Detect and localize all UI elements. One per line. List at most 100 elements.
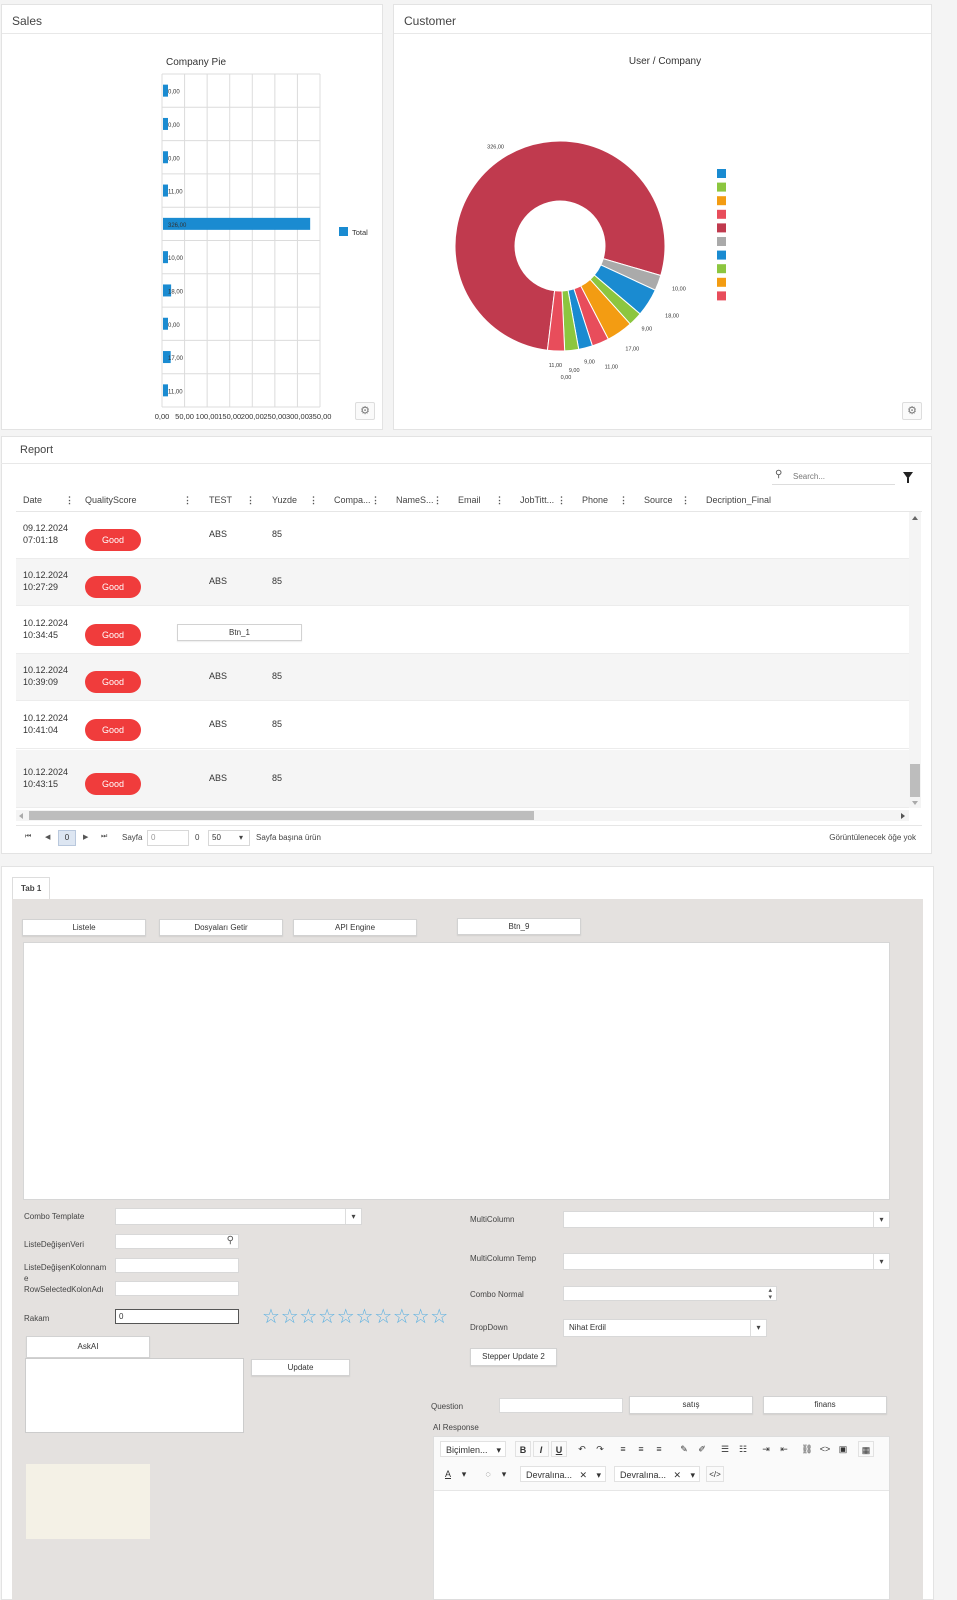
col-yuzde[interactable]: Yuzde ⋮ (272, 489, 322, 512)
first-page-icon[interactable]: ⏮ (25, 833, 31, 841)
redo-icon[interactable]: ↷ (592, 1441, 608, 1457)
column-menu-icon[interactable]: ⋮ (246, 489, 255, 512)
api-engine-button[interactable]: API Engine (293, 919, 417, 936)
chevron-down-icon[interactable]: ▾ (458, 1466, 470, 1482)
row-selected-input[interactable] (115, 1281, 239, 1296)
btn-9-button[interactable]: Btn_9 (457, 918, 581, 935)
chevron-down-icon[interactable]: ▾ (498, 1466, 510, 1482)
col-email[interactable]: Email ⋮ (458, 489, 508, 512)
last-page-icon[interactable]: ⏭ (101, 833, 107, 841)
prev-page-icon[interactable]: ◀ (45, 833, 50, 841)
askai-textarea[interactable] (25, 1358, 244, 1433)
scroll-left-icon[interactable] (19, 813, 23, 819)
star-icon[interactable]: ☆ (299, 1304, 317, 1329)
search-input[interactable]: Search... (793, 472, 825, 481)
col-source[interactable]: Source ⋮ (644, 489, 694, 512)
dropdown-select[interactable]: Nihat Erdil ▾ (563, 1319, 767, 1337)
chevron-down-icon[interactable]: ▾ (873, 1212, 889, 1227)
quality-badge[interactable]: Good (85, 576, 141, 598)
quality-badge[interactable]: Good (85, 624, 141, 646)
next-page-icon[interactable]: ▶ (83, 833, 88, 841)
tab-1[interactable]: Tab 1 (21, 884, 41, 893)
table-icon[interactable]: ▦ (858, 1441, 874, 1457)
scroll-down-icon[interactable] (912, 801, 918, 805)
tab-header[interactable]: Tab 1 (12, 877, 50, 899)
link-icon[interactable]: ⛓ (799, 1441, 815, 1457)
chevron-down-icon[interactable]: ▾ (345, 1209, 361, 1224)
column-menu-icon[interactable]: ⋮ (557, 489, 566, 512)
liste-degisen-veri-input[interactable]: ⚲ (115, 1234, 239, 1249)
column-menu-icon[interactable]: ⋮ (309, 489, 318, 512)
numbered-list-icon[interactable]: ☷ (735, 1441, 751, 1457)
chevron-down-icon[interactable]: ▾ (750, 1320, 766, 1336)
horizontal-scrollbar[interactable] (16, 810, 909, 821)
stepper-icon[interactable]: ▴ ▾ (768, 1287, 772, 1301)
col-company[interactable]: Compa... ⋮ (334, 489, 384, 512)
finans-button[interactable]: finans (763, 1396, 887, 1414)
source-code-icon[interactable]: </> (706, 1466, 724, 1482)
col-date[interactable]: Date ⋮ (23, 489, 78, 512)
star-icon[interactable]: ☆ (430, 1304, 448, 1329)
table-row[interactable]: 10.12.2024 10:39:09 Good ABS 85 (16, 654, 909, 701)
table-row[interactable]: 10.12.2024 10:43:15 Good ABS 85 (16, 750, 909, 808)
search-icon[interactable]: ⚲ (227, 1235, 234, 1246)
stepper-update-button[interactable]: Stepper Update 2 (470, 1348, 557, 1366)
column-menu-icon[interactable]: ⋮ (433, 489, 442, 512)
format-painter-icon[interactable]: ✎ (676, 1441, 692, 1457)
content-area[interactable] (23, 942, 890, 1200)
col-jobtitle[interactable]: JobTitt... ⋮ (520, 489, 570, 512)
quality-badge[interactable]: Good (85, 529, 141, 551)
bullet-list-icon[interactable]: ☰ (717, 1441, 733, 1457)
ai-response-editor[interactable]: Biçimlen... ▾ B I U ↶ ↷ ≡ ≡ ≡ ✎ ✐ ☰ ☷ ⇥ ⇤… (433, 1436, 890, 1600)
image-icon[interactable]: ▣ (835, 1441, 851, 1457)
settings-icon[interactable]: ⚙ (355, 402, 375, 420)
search-box[interactable]: ⚲ Search... (772, 469, 895, 485)
table-row[interactable]: 10.12.2024 10:34:45 Good Btn_1 (16, 607, 909, 654)
star-icon[interactable]: ☆ (281, 1304, 299, 1329)
star-icon[interactable]: ☆ (356, 1304, 374, 1329)
combo-template-select[interactable]: ▾ (115, 1208, 362, 1225)
chevron-down-icon[interactable]: ▾ (233, 831, 249, 845)
col-phone[interactable]: Phone ⋮ (582, 489, 632, 512)
indent-icon[interactable]: ⇥ (758, 1441, 774, 1457)
undo-icon[interactable]: ↶ (574, 1441, 590, 1457)
close-icon[interactable]: ✕ (673, 1467, 681, 1483)
multicolumn-select[interactable]: ▾ (563, 1211, 890, 1228)
page-size-select[interactable]: 50 ▾ (208, 830, 250, 846)
star-icon[interactable]: ☆ (262, 1304, 280, 1329)
col-test[interactable]: TEST ⋮ (209, 489, 259, 512)
table-row[interactable]: 09.12.2024 07:01:18 Good ABS 85 (16, 512, 909, 559)
current-page[interactable]: 0 (58, 830, 76, 846)
align-right-icon[interactable]: ≡ (651, 1441, 667, 1457)
clear-format-icon[interactable]: ✐ (694, 1441, 710, 1457)
outdent-icon[interactable]: ⇤ (776, 1441, 792, 1457)
code-icon[interactable]: <> (817, 1441, 833, 1457)
col-qualityscore[interactable]: QualityScore ⋮ (85, 489, 196, 512)
combo-normal-stepper[interactable]: ▴ ▾ (563, 1286, 777, 1301)
col-names[interactable]: NameS... ⋮ (396, 489, 446, 512)
background-color-icon[interactable]: ◌ (480, 1466, 496, 1482)
column-menu-icon[interactable]: ⋮ (371, 489, 380, 512)
italic-icon[interactable]: I (533, 1441, 549, 1457)
star-icon[interactable]: ☆ (412, 1304, 430, 1329)
col-description[interactable]: Decription_Final (706, 489, 826, 512)
dosyalari-getir-button[interactable]: Dosyaları Getir (159, 919, 283, 936)
align-center-icon[interactable]: ≡ (633, 1441, 649, 1457)
satis-button[interactable]: satış (629, 1396, 753, 1414)
column-menu-icon[interactable]: ⋮ (495, 489, 504, 512)
star-icon[interactable]: ☆ (318, 1304, 336, 1329)
vertical-scrollbar[interactable] (909, 512, 921, 808)
font-family-select[interactable]: Devralına... ✕ ▾ (520, 1466, 606, 1482)
btn-1-button[interactable]: Btn_1 (177, 624, 302, 641)
quality-badge[interactable]: Good (85, 773, 141, 795)
column-menu-icon[interactable]: ⋮ (65, 489, 74, 512)
scroll-right-icon[interactable] (901, 813, 905, 819)
settings-icon[interactable]: ⚙ (902, 402, 922, 420)
quality-badge[interactable]: Good (85, 671, 141, 693)
font-color-icon[interactable]: A (440, 1466, 456, 1482)
scroll-up-icon[interactable] (912, 516, 918, 520)
table-row[interactable]: 10.12.2024 10:27:29 Good ABS 85 (16, 559, 909, 606)
column-menu-icon[interactable]: ⋮ (619, 489, 628, 512)
update-button[interactable]: Update (251, 1359, 350, 1376)
align-left-icon[interactable]: ≡ (615, 1441, 631, 1457)
